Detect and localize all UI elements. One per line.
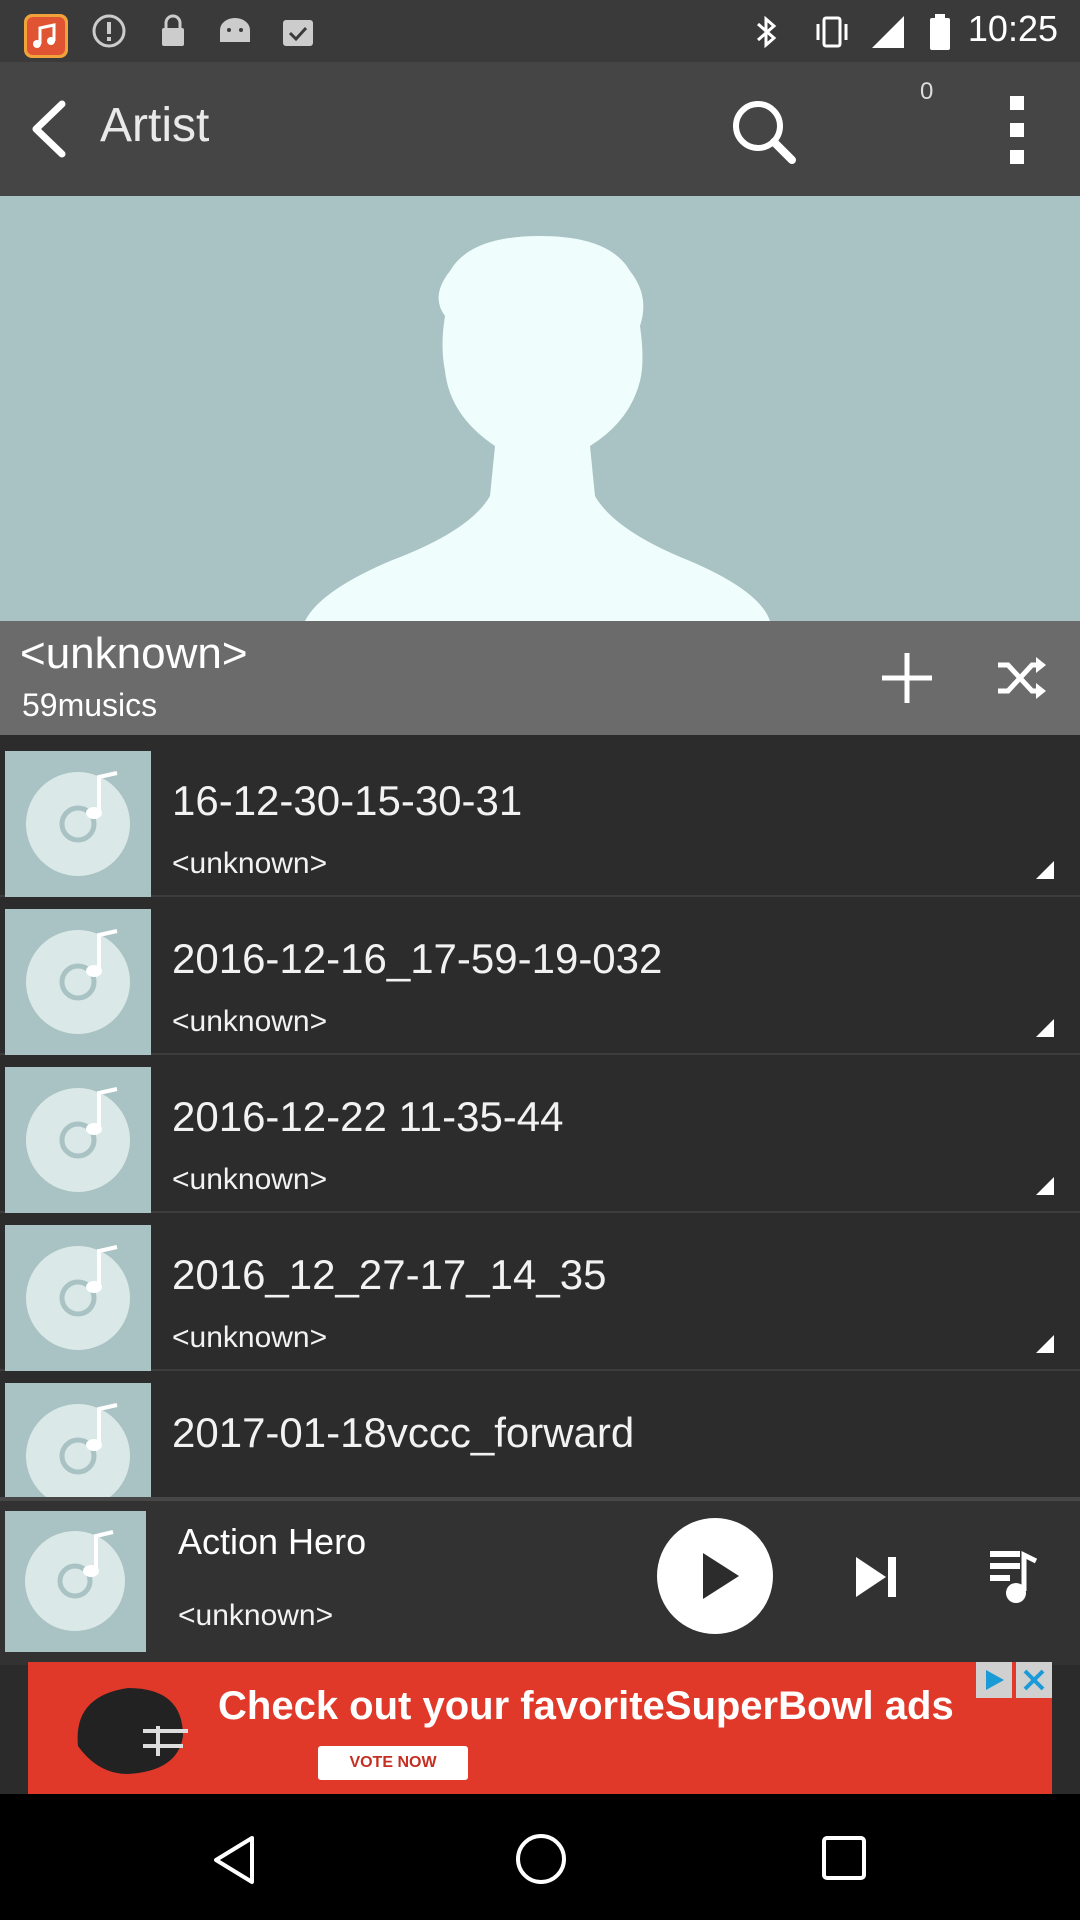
- ad-headline: Check out your favoriteSuperBowl ads: [218, 1684, 954, 1728]
- track-title: 16-12-30-15-30-31: [172, 777, 523, 824]
- disc-music-icon: [5, 751, 151, 897]
- bluetooth-icon: [752, 14, 792, 49]
- nav-recents-icon[interactable]: [820, 1834, 868, 1882]
- football-helmet-icon: [58, 1676, 198, 1786]
- selection-count: 0: [920, 78, 934, 105]
- disc-music-icon: [5, 1067, 151, 1213]
- track-artist: <unknown>: [172, 1005, 328, 1038]
- now-playing-artist: <unknown>: [178, 1599, 334, 1632]
- artist-name: <unknown>: [20, 629, 248, 678]
- vibrate-icon: [812, 14, 852, 48]
- vote-now-button[interactable]: VOTE NOW: [318, 1746, 468, 1780]
- list-item[interactable]: 2016-12-22 11-35-44 <unknown>: [0, 1053, 1080, 1213]
- track-title: 2017-01-18vccc_forward: [172, 1409, 635, 1456]
- track-artist: <unknown>: [172, 847, 328, 880]
- list-item[interactable]: 2016-12-16_17-59-19-032 <unknown>: [0, 895, 1080, 1055]
- disc-music-icon: [5, 909, 151, 1055]
- back-icon[interactable]: [22, 96, 82, 162]
- status-bar: 10:25: [0, 0, 1080, 62]
- track-options-icon[interactable]: [1036, 1019, 1054, 1037]
- track-title: 2016_12_27-17_14_35: [172, 1251, 607, 1298]
- shuffle-icon[interactable]: [996, 655, 1048, 701]
- adchoices-icon[interactable]: [976, 1662, 1012, 1698]
- artist-info-bar: <unknown> 59musics: [0, 621, 1080, 735]
- ad-banner[interactable]: Check out your favoriteSuperBowl ads VOT…: [28, 1662, 1052, 1794]
- add-icon[interactable]: [880, 651, 934, 705]
- app-toolbar: Artist 0: [0, 62, 1080, 198]
- track-artist: <unknown>: [172, 1163, 328, 1196]
- clock: 10:25: [967, 8, 1058, 49]
- alert-icon: [92, 14, 132, 48]
- track-artist: <unknown>: [172, 1321, 328, 1354]
- track-title: 2016-12-16_17-59-19-032: [172, 935, 663, 982]
- clipboard-check-icon: [280, 14, 320, 48]
- queue-music-icon[interactable]: [988, 1547, 1038, 1605]
- more-vert-icon[interactable]: [1000, 92, 1034, 168]
- track-options-icon[interactable]: [1036, 1177, 1054, 1195]
- close-icon[interactable]: [1016, 1662, 1052, 1698]
- play-icon[interactable]: [656, 1517, 774, 1635]
- now-playing-title: Action Hero: [178, 1521, 367, 1562]
- battery-icon: [928, 14, 968, 50]
- track-title: 2016-12-22 11-35-44: [172, 1093, 564, 1140]
- mini-player[interactable]: Action Hero <unknown>: [0, 1497, 1080, 1665]
- signal-icon: [870, 14, 910, 48]
- track-options-icon[interactable]: [1036, 861, 1054, 879]
- disc-music-icon: [5, 1383, 151, 1497]
- artist-image: [0, 196, 1080, 621]
- list-item[interactable]: 2017-01-18vccc_forward: [0, 1369, 1080, 1497]
- track-options-icon[interactable]: [1036, 1335, 1054, 1353]
- track-count: 59musics: [22, 687, 158, 723]
- skip-next-icon[interactable]: [852, 1553, 900, 1601]
- system-nav-bar: [0, 1794, 1080, 1920]
- track-list: 16-12-30-15-30-31 <unknown> 2016-12-16_1…: [0, 737, 1080, 1497]
- nav-home-icon[interactable]: [514, 1832, 568, 1886]
- music-app-icon: [24, 14, 68, 58]
- android-icon: [216, 14, 256, 48]
- person-silhouette-icon: [305, 236, 770, 621]
- list-item[interactable]: 16-12-30-15-30-31 <unknown>: [0, 737, 1080, 897]
- disc-music-icon: [5, 1225, 151, 1371]
- lock-icon: [156, 14, 196, 48]
- list-item[interactable]: 2016_12_27-17_14_35 <unknown>: [0, 1211, 1080, 1371]
- nav-back-icon[interactable]: [208, 1834, 260, 1886]
- page-title: Artist: [100, 99, 210, 152]
- search-icon[interactable]: [728, 96, 800, 168]
- disc-music-icon: [5, 1511, 146, 1652]
